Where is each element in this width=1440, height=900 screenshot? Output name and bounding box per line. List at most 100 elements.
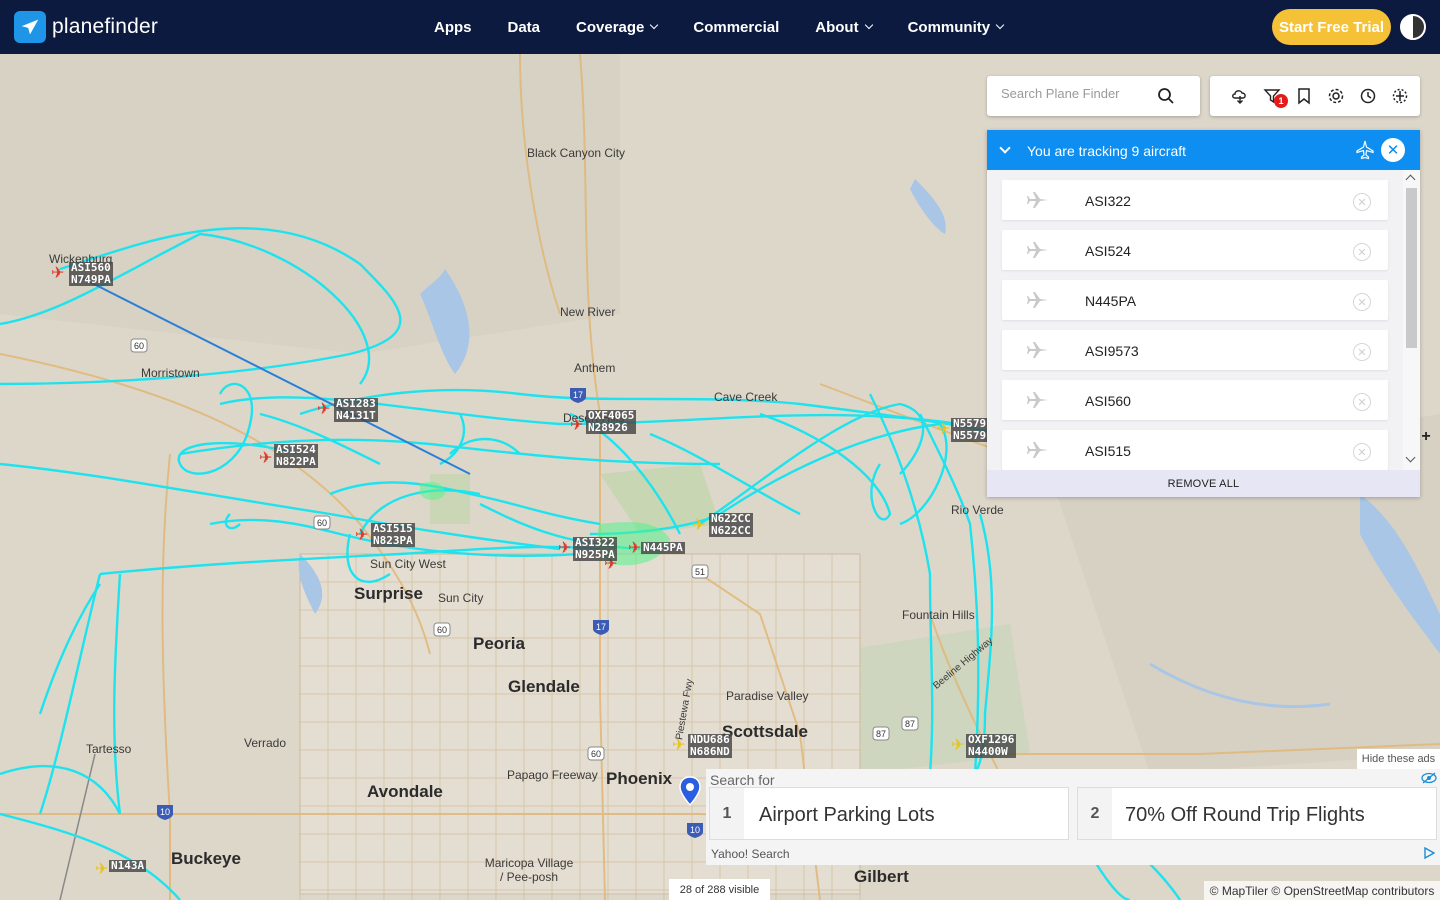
- aircraft-tag[interactable]: OXF1296 N4400W: [966, 734, 1017, 758]
- aircraft-tag[interactable]: OXF4065 N28926: [586, 410, 637, 434]
- settings-button[interactable]: [1320, 84, 1352, 108]
- history-button[interactable]: [1352, 84, 1384, 108]
- airport-button[interactable]: [1384, 84, 1416, 108]
- ad-bar: Search for 1 Airport Parking Lots 2 70% …: [706, 769, 1440, 865]
- aircraft-silhouette-icon: [1027, 242, 1048, 258]
- hide-ads-button[interactable]: Hide these ads: [1357, 749, 1440, 769]
- tracking-scrollbar[interactable]: [1403, 170, 1420, 470]
- tracked-aircraft-row[interactable]: ASI515 ✕: [1002, 430, 1388, 470]
- eye-icon[interactable]: [1421, 772, 1437, 784]
- filter-badge: 1: [1274, 94, 1288, 108]
- nav-apps[interactable]: Apps: [434, 19, 472, 36]
- aircraft-tag[interactable]: N622CC N622CC: [709, 513, 753, 537]
- place-label: Rio Verde: [951, 503, 1004, 517]
- aircraft-icon[interactable]: ✈: [95, 862, 108, 878]
- ad-card[interactable]: 1 Airport Parking Lots: [709, 787, 1069, 840]
- aircraft-tag[interactable]: ASI322 N925PA: [573, 537, 617, 561]
- aircraft-tag[interactable]: ASI560 N749PA: [69, 262, 113, 286]
- ad-choices-icon[interactable]: [1423, 847, 1435, 859]
- remove-aircraft-button[interactable]: ✕: [1353, 443, 1371, 461]
- nav-data-label: Data: [507, 18, 541, 36]
- remove-aircraft-button[interactable]: ✕: [1353, 193, 1371, 211]
- aircraft-tag[interactable]: NDU686 N686ND: [688, 734, 732, 758]
- tracked-aircraft-label: ASI515: [1085, 443, 1131, 459]
- nav-coverage[interactable]: Coverage: [576, 19, 659, 36]
- city-label: Gilbert: [854, 867, 909, 886]
- city-label: Peoria: [473, 634, 525, 653]
- highway-shield-87: 87: [905, 719, 915, 729]
- highway-shield-60: 60: [317, 518, 327, 528]
- aircraft-icon[interactable]: ✈: [355, 528, 368, 544]
- scroll-up-icon[interactable]: [1405, 174, 1416, 185]
- zoom-in-button[interactable]: +: [1416, 428, 1436, 448]
- filter-button[interactable]: 1: [1256, 84, 1288, 108]
- place-label: Maricopa Village / Pee-posh: [484, 856, 574, 884]
- plane-outline-icon[interactable]: [1355, 140, 1375, 160]
- aircraft-icon[interactable]: ✈: [558, 541, 571, 557]
- bookmark-icon: [1298, 88, 1310, 105]
- ad-card[interactable]: 2 70% Off Round Trip Flights: [1077, 787, 1437, 840]
- aircraft-icon[interactable]: ✈: [259, 451, 272, 467]
- user-avatar[interactable]: [1400, 14, 1426, 40]
- search-icon[interactable]: [1157, 87, 1175, 105]
- place-label: Paradise Valley: [726, 689, 809, 703]
- aircraft-tag[interactable]: N143A: [109, 860, 147, 872]
- nav-data[interactable]: Data: [508, 19, 541, 36]
- tracked-aircraft-row[interactable]: ASI9573 ✕: [1002, 330, 1388, 370]
- chevron-down-icon: [864, 20, 873, 30]
- aircraft-tag[interactable]: N445PA: [641, 542, 685, 554]
- history-icon: [1360, 88, 1376, 104]
- search-input[interactable]: [1001, 86, 1161, 101]
- aircraft-silhouette-icon: [1027, 292, 1048, 308]
- aircraft-icon[interactable]: ✈: [937, 422, 950, 438]
- remove-aircraft-button[interactable]: ✕: [1353, 293, 1371, 311]
- tracked-aircraft-label: N445PA: [1085, 293, 1137, 309]
- plane-logo-icon: [14, 11, 46, 43]
- aircraft-icon[interactable]: ✈: [317, 402, 330, 418]
- start-free-trial-button[interactable]: Start Free Trial: [1272, 9, 1391, 45]
- ad-text: Airport Parking Lots: [759, 804, 935, 826]
- remove-aircraft-button[interactable]: ✕: [1353, 343, 1371, 361]
- aircraft-icon[interactable]: ✈: [951, 738, 964, 754]
- nav-community[interactable]: Community: [908, 19, 1005, 36]
- highway-shield-17: 17: [573, 390, 583, 400]
- location-pin-icon[interactable]: [679, 776, 701, 806]
- tracking-title: You are tracking 9 aircraft: [1027, 143, 1187, 159]
- tracked-aircraft-row[interactable]: N445PA ✕: [1002, 280, 1388, 320]
- chevron-down-icon[interactable]: [999, 142, 1011, 154]
- aircraft-icon[interactable]: ✈: [51, 266, 64, 282]
- chevron-down-icon: [995, 20, 1005, 30]
- nav-commercial-label: Commercial: [693, 18, 780, 36]
- aircraft-silhouette-icon: [1027, 192, 1048, 208]
- tracking-panel: You are tracking 9 aircraft ✕ ASI322 ✕ A…: [987, 130, 1420, 497]
- scroll-thumb[interactable]: [1406, 188, 1417, 348]
- place-label: Papago Freeway: [507, 768, 598, 782]
- city-label: Surprise: [354, 584, 423, 603]
- aircraft-tag[interactable]: ASI524 N822PA: [274, 444, 318, 468]
- nav-about[interactable]: About: [815, 19, 873, 36]
- aircraft-tag[interactable]: N5579 N5579: [951, 418, 989, 442]
- aircraft-icon[interactable]: ✈: [692, 518, 705, 534]
- remove-aircraft-button[interactable]: ✕: [1353, 243, 1371, 261]
- remove-aircraft-button[interactable]: ✕: [1353, 393, 1371, 411]
- tracked-aircraft-row[interactable]: ASI524 ✕: [1002, 230, 1388, 270]
- aircraft-tag[interactable]: ASI515 N823PA: [371, 523, 415, 547]
- tracked-aircraft-row[interactable]: ASI322 ✕: [1002, 180, 1388, 220]
- tracked-aircraft-list[interactable]: ASI322 ✕ ASI524 ✕ N445PA ✕ ASI9573 ✕ ASI…: [987, 170, 1420, 470]
- weather-layer-button[interactable]: [1224, 84, 1256, 108]
- aircraft-icon[interactable]: ✈: [570, 418, 583, 434]
- bookmark-button[interactable]: [1288, 84, 1320, 108]
- city-label: Avondale: [367, 782, 443, 801]
- nav-commercial[interactable]: Commercial: [693, 19, 779, 36]
- tracked-aircraft-label: ASI322: [1085, 193, 1131, 209]
- settings-icon: [1328, 88, 1344, 104]
- planefinder-logo[interactable]: planefinder: [14, 11, 158, 43]
- tracked-aircraft-row[interactable]: ASI560 ✕: [1002, 380, 1388, 420]
- aircraft-icon[interactable]: ✈: [672, 738, 685, 754]
- remove-all-button[interactable]: REMOVE ALL: [987, 470, 1420, 497]
- aircraft-tag[interactable]: ASI283 N4131T: [334, 398, 378, 422]
- close-tracking-button[interactable]: ✕: [1381, 138, 1405, 162]
- scroll-down-icon[interactable]: [1405, 452, 1416, 463]
- city-label: Scottsdale: [722, 722, 808, 741]
- aircraft-icon[interactable]: ✈: [628, 541, 641, 557]
